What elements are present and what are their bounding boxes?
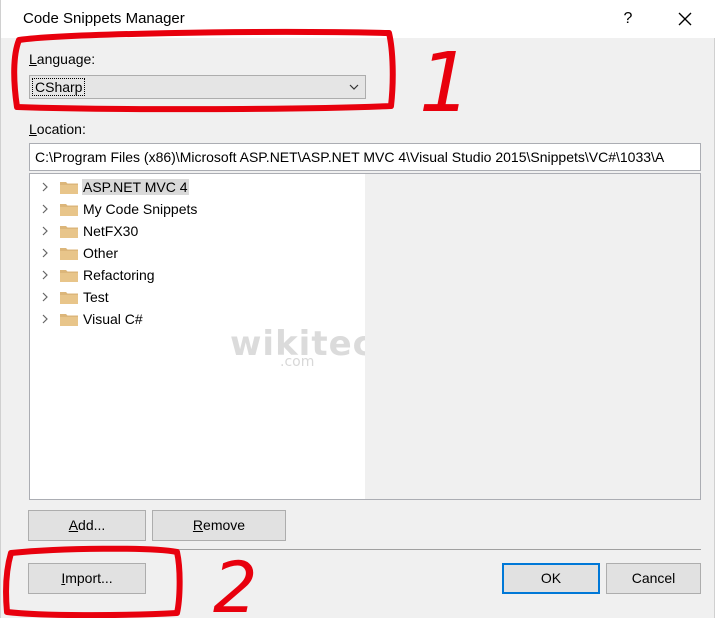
chevron-right-icon[interactable] (39, 181, 51, 193)
chevron-right-icon[interactable] (39, 225, 51, 237)
chevron-right-icon[interactable] (39, 291, 51, 303)
close-button[interactable] (661, 2, 707, 36)
watermark-domain: .com (280, 354, 315, 370)
language-selected-value: CSharp (31, 78, 86, 96)
annotation-marker-1: 1 (419, 36, 471, 131)
tree-item-label: Test (83, 289, 109, 305)
tree-item-label: ASP.NET MVC 4 (82, 179, 189, 195)
chevron-right-icon[interactable] (39, 203, 51, 215)
tree-item-my-code-snippets[interactable]: My Code Snippets (30, 198, 365, 220)
tree-item-test[interactable]: Test (30, 286, 365, 308)
folder-icon (60, 204, 78, 216)
snippet-folder-tree[interactable]: wikitechy .com ASP.NET MVC 4 My Code Sni… (29, 173, 421, 500)
folder-icon (60, 270, 78, 282)
location-path-text: C:\Program Files (x86)\Microsoft ASP.NET… (35, 149, 665, 165)
folder-icon (60, 182, 78, 194)
chevron-down-icon (349, 84, 359, 90)
language-label: Language: (29, 51, 96, 67)
chevron-right-icon[interactable] (39, 247, 51, 259)
tree-item-netfx30[interactable]: NetFX30 (30, 220, 365, 242)
window-title: Code Snippets Manager (23, 10, 185, 27)
folder-icon (60, 248, 78, 260)
location-label: Location: (29, 121, 86, 137)
tree-item-label: Other (83, 245, 119, 261)
import-button[interactable]: Import... (28, 563, 146, 594)
snippet-description-panel (365, 173, 701, 500)
tree-item-visual-csharp[interactable]: Visual C# (30, 308, 365, 330)
language-dropdown[interactable]: CSharp (29, 75, 366, 99)
tree-item-label: My Code Snippets (83, 201, 198, 217)
remove-button[interactable]: Remove (152, 510, 286, 541)
close-icon (678, 12, 692, 26)
annotation-marker-2: 2 (213, 547, 258, 618)
chevron-right-icon[interactable] (39, 313, 51, 325)
tree-item-label: Refactoring (83, 267, 155, 283)
code-snippets-manager-dialog: Code Snippets Manager ? Language: CSharp… (0, 0, 715, 618)
location-path-field[interactable]: C:\Program Files (x86)\Microsoft ASP.NET… (29, 143, 701, 171)
tree-item-label: NetFX30 (83, 223, 139, 239)
chevron-right-icon[interactable] (39, 269, 51, 281)
add-button[interactable]: Add... (28, 510, 146, 541)
cancel-button[interactable]: Cancel (606, 563, 701, 594)
title-bar: Code Snippets Manager ? (1, 0, 715, 38)
folder-icon (60, 226, 78, 238)
help-icon: ? (623, 10, 633, 27)
ok-button[interactable]: OK (502, 563, 600, 594)
divider (29, 549, 701, 550)
tree-item-asp-net-mvc-4[interactable]: ASP.NET MVC 4 (30, 176, 365, 198)
folder-icon (60, 314, 78, 326)
folder-icon (60, 292, 78, 304)
help-button[interactable]: ? (605, 2, 651, 36)
tree-item-refactoring[interactable]: Refactoring (30, 264, 365, 286)
tree-item-label: Visual C# (83, 311, 143, 327)
tree-item-other[interactable]: Other (30, 242, 365, 264)
